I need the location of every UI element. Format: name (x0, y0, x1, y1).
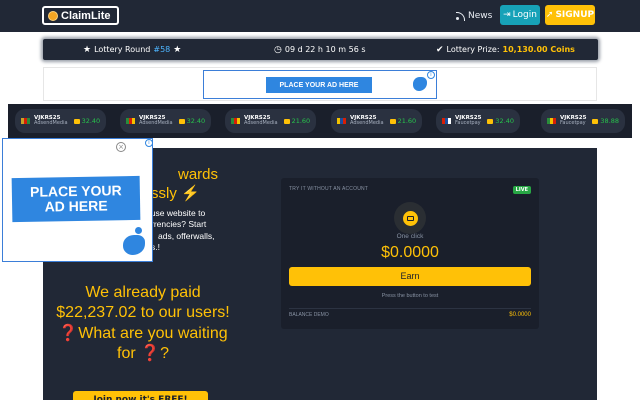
try-widget: TRY IT WITHOUT AN ACCOUNT LIVE One click… (281, 178, 539, 329)
ticker-amount-value: 32.40 (81, 117, 101, 125)
countdown-value: 09 d 22 h 10 m 56 s (284, 45, 366, 54)
lottery-bar: ★ Lottery Round #58 ★ ◷ 09 d 22 h 10 m 5… (43, 39, 598, 60)
coin-icon (48, 10, 58, 21)
ticker-item: VJKRS25 AdsendMedia 32.40 (15, 109, 107, 133)
overlay-ad[interactable]: × i PLACE YOUR AD HERE (2, 138, 153, 262)
flag-icon (442, 118, 451, 124)
ticker-source: Faucetpay (560, 120, 586, 127)
clock-icon: ◷ (274, 44, 282, 55)
ticker-source: AdsendMedia (34, 120, 68, 127)
hero-title-word: ssly (151, 184, 177, 202)
paid-total-text: We already paid $22,237.02 to our users!… (56, 284, 230, 363)
signup-label: SIGNUP (555, 10, 595, 20)
ticker-amount: 21.60 (389, 117, 417, 125)
ticker-user: VJKRS25 AdsendMedia (34, 115, 68, 127)
divider (289, 308, 531, 309)
wallet-icon (394, 202, 426, 234)
ad-info-icon[interactable]: i (427, 71, 435, 79)
flag-icon (337, 118, 346, 124)
ticker-amount-value: 32.40 (495, 117, 515, 125)
prize-label: Lottery Prize: (446, 45, 500, 54)
earn-button[interactable]: Earn (289, 267, 531, 286)
brand-name: ClaimLite (61, 9, 111, 22)
coins-icon (389, 118, 396, 124)
ticker-item: VJKRS25 AdsendMedia 21.60 (331, 109, 423, 133)
try-header: TRY IT WITHOUT AN ACCOUNT (289, 186, 369, 192)
signup-button[interactable]: ➚ SIGNUP (545, 5, 595, 25)
coins-icon (283, 118, 290, 124)
star-icon: ★ (173, 44, 182, 55)
ticker-item: VJKRS25 AdsendMedia 21.60 (225, 109, 317, 133)
check-circle-icon: ✔ (436, 44, 444, 55)
prize-value: 10,130.00 Coins (502, 45, 575, 54)
rocket-icon: ➚ (545, 10, 554, 20)
balance-demo-value: $0.0000 (509, 312, 531, 318)
flag-icon (547, 118, 556, 124)
news-label: News (468, 11, 493, 21)
overlay-ad-text: PLACE YOUR AD HERE (11, 175, 141, 223)
lottery-prize: ✔ Lottery Prize: 10,130.00 Coins (436, 45, 575, 55)
ticker-source: AdsendMedia (139, 120, 173, 127)
brand-logo[interactable]: ClaimLite (42, 6, 119, 25)
top-ad-banner[interactable]: PLACE YOUR AD HERE i (203, 70, 437, 99)
navbar: ClaimLite News ⇥ Login ➚ SIGNUP (0, 0, 640, 32)
ticker-user: VJKRS25 AdsendMedia (244, 115, 278, 127)
join-now-button[interactable]: Join now it's FREE! (73, 391, 208, 400)
nav-news-link[interactable]: News (456, 8, 492, 24)
ticker-amount-value: 38.88 (600, 117, 620, 125)
close-icon[interactable]: × (116, 142, 126, 152)
paint-splash-icon (413, 77, 427, 91)
flag-icon (231, 118, 240, 124)
coins-icon (73, 118, 80, 124)
flag-icon (126, 118, 135, 124)
ticker-amount-value: 21.60 (291, 117, 311, 125)
ticker-amount: 32.40 (487, 117, 514, 125)
live-badge: LIVE (512, 186, 531, 194)
ticker-user: VJKRS25 Faucetpay (455, 115, 481, 127)
lottery-round: ★ Lottery Round #58 ★ (83, 45, 181, 55)
ticker-user: VJKRS25 AdsendMedia (139, 115, 173, 127)
ticker-source: Faucetpay (455, 120, 481, 127)
ticker-source: AdsendMedia (244, 120, 278, 127)
ticker-amount-value: 21.60 (397, 117, 417, 125)
login-label: Login (512, 10, 537, 20)
demo-balance: $0.0000 (381, 244, 439, 261)
coins-icon (487, 118, 494, 124)
ticker-amount: 38.88 (592, 117, 619, 125)
overlay-ad-line2: AD HERE (44, 197, 108, 215)
ticker-amount: 32.40 (73, 117, 101, 125)
ad-info-icon[interactable]: i (145, 139, 153, 147)
coins-icon (592, 118, 599, 124)
ticker-source: AdsendMedia (350, 120, 384, 127)
rss-icon (456, 12, 465, 21)
paint-drop-icon (135, 227, 142, 234)
ticker-item: VJKRS25 Faucetpay 32.40 (436, 109, 521, 133)
star-icon: ★ (83, 44, 92, 55)
one-click-label: One click (396, 233, 424, 240)
flag-icon (21, 118, 30, 124)
press-hint: Press the button to test (381, 293, 439, 299)
login-button[interactable]: ⇥ Login (500, 5, 540, 25)
ticker-amount: 21.60 (283, 117, 311, 125)
ad-banner-text: PLACE YOUR AD HERE (266, 77, 372, 93)
ticker-amount-value: 32.40 (186, 117, 206, 125)
payout-ticker: VJKRS25 AdsendMedia 32.40 VJKRS25 AdsendMedi… (8, 104, 632, 138)
ticker-user: VJKRS25 AdsendMedia (350, 115, 384, 127)
lottery-round-label: Lottery Round (94, 45, 151, 54)
paint-splash-icon (123, 235, 145, 255)
sign-in-icon: ⇥ (503, 10, 511, 20)
lottery-round-number: #58 (153, 45, 171, 54)
lottery-countdown: ◷ 09 d 22 h 10 m 56 s (274, 45, 366, 55)
lightning-icon: ⚡ (176, 184, 200, 202)
balance-demo-label: BALANCE DEMO (289, 312, 329, 318)
ticker-item: VJKRS25 Faucetpay 38.88 (541, 109, 626, 133)
ticker-amount: 32.40 (178, 117, 206, 125)
ticker-user: VJKRS25 Faucetpay (560, 115, 586, 127)
coins-icon (178, 118, 185, 124)
ticker-item: VJKRS25 AdsendMedia 32.40 (120, 109, 212, 133)
